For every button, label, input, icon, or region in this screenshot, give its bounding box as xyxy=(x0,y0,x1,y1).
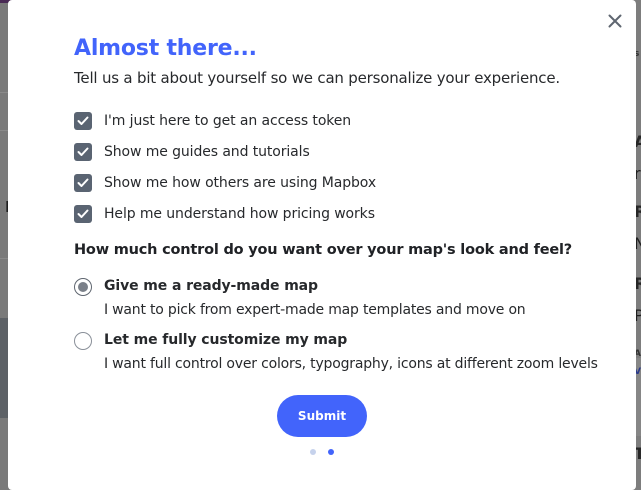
checkbox-checked[interactable] xyxy=(74,205,92,223)
checkbox-checked[interactable] xyxy=(74,112,92,130)
step-dot-active[interactable] xyxy=(328,449,334,455)
radio-option-title: Let me fully customize my map xyxy=(104,332,348,348)
radio-option-text: Let me fully customize my map I want ful… xyxy=(104,331,598,374)
radio-option-ready-made[interactable]: Give me a ready-made map I want to pick … xyxy=(74,277,526,320)
radio-option-customize[interactable]: Let me fully customize my map I want ful… xyxy=(74,331,598,374)
onboarding-modal: Almost there... Tell us a bit about your… xyxy=(8,0,636,490)
checkbox-label: I'm just here to get an access token xyxy=(104,113,352,129)
check-icon xyxy=(77,209,89,218)
close-icon xyxy=(608,14,622,28)
modal-subtitle: Tell us a bit about yourself so we can p… xyxy=(74,69,560,87)
step-indicator xyxy=(310,449,334,455)
control-question: How much control do you want over your m… xyxy=(74,242,572,258)
radio-option-text: Give me a ready-made map I want to pick … xyxy=(104,277,526,320)
step-dot[interactable] xyxy=(310,449,316,455)
radio-button-selected[interactable] xyxy=(74,278,92,296)
radio-option-description: I want full control over colors, typogra… xyxy=(104,356,598,372)
checkbox-checked[interactable] xyxy=(74,174,92,192)
check-icon xyxy=(77,116,89,125)
check-icon xyxy=(77,178,89,187)
modal-title: Almost there... xyxy=(74,36,257,61)
radio-option-description: I want to pick from expert-made map temp… xyxy=(104,302,526,318)
checkbox-label: Show me how others are using Mapbox xyxy=(104,175,377,191)
checkbox-others-using-mapbox[interactable]: Show me how others are using Mapbox xyxy=(74,173,376,193)
radio-option-title: Give me a ready-made map xyxy=(104,278,318,294)
checkbox-checked[interactable] xyxy=(74,143,92,161)
checkbox-label: Help me understand how pricing works xyxy=(104,206,375,222)
background-image xyxy=(0,318,8,418)
close-button[interactable] xyxy=(606,12,624,30)
radio-button[interactable] xyxy=(74,332,92,350)
checkbox-access-token[interactable]: I'm just here to get an access token xyxy=(74,111,351,131)
submit-button[interactable]: Submit xyxy=(277,395,367,437)
checkbox-guides-tutorials[interactable]: Show me guides and tutorials xyxy=(74,142,310,162)
checkbox-label: Show me guides and tutorials xyxy=(104,144,310,160)
radio-dot xyxy=(78,282,88,292)
checkbox-pricing[interactable]: Help me understand how pricing works xyxy=(74,204,375,224)
check-icon xyxy=(77,147,89,156)
